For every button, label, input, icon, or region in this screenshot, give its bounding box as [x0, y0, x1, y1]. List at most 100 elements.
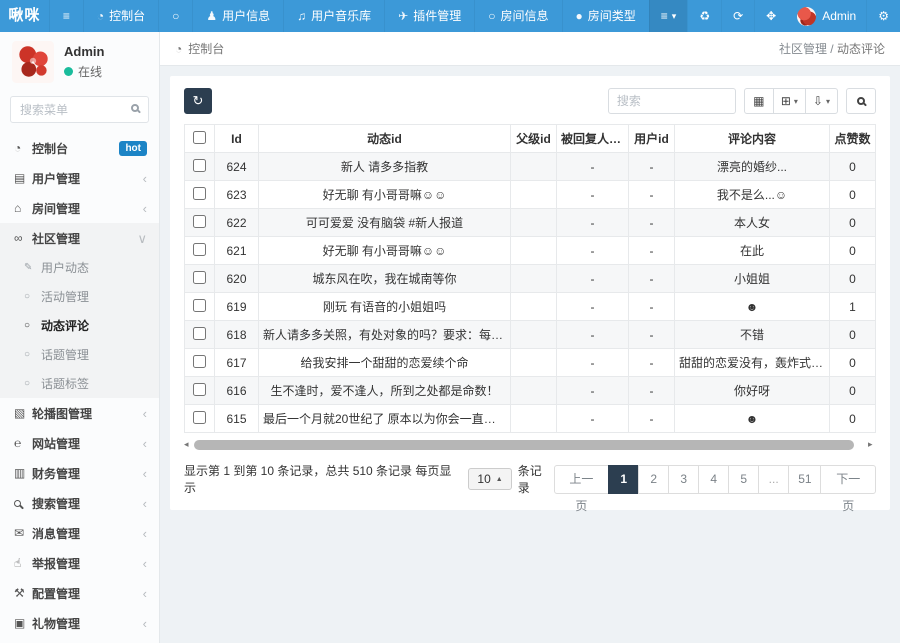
sidebar-item-post-comments[interactable]: ○ 动态评论 — [0, 311, 159, 340]
advanced-search-button[interactable] — [846, 88, 876, 114]
clear-trash-button[interactable]: ♻ — [687, 0, 721, 32]
nav-tab-room-type[interactable]: ●房间类型 — [562, 0, 649, 32]
col-header-reply-uid[interactable]: 被回复人uid — [557, 125, 629, 153]
user-menu[interactable]: Admin — [787, 0, 866, 32]
nav-tab-user-info[interactable]: ♟用户信息 — [192, 0, 283, 32]
col-header-likes[interactable]: 点赞数 — [830, 125, 876, 153]
nav-tab-dashboard[interactable]: ◔控制台 — [83, 0, 158, 32]
row-checkbox[interactable] — [193, 327, 206, 340]
page-size-select[interactable]: 10 ▲ — [468, 468, 511, 490]
page-button-4[interactable]: 4 — [698, 465, 729, 494]
scroll-left-icon[interactable]: ◂ — [184, 439, 192, 450]
table-row[interactable]: 621好无聊 有小哥哥嘛☺☺--在此0 — [185, 237, 876, 265]
table-row[interactable]: 620城东风在吹，我在城南等你--小姐姐0 — [185, 265, 876, 293]
fullscreen-button[interactable]: ✥ — [754, 0, 787, 32]
columns-button[interactable]: ⊞▾ — [773, 88, 806, 114]
table-row[interactable]: 615最后一个月就20世纪了 原本以为你会一直在 结果你不在了💔--☻0 — [185, 405, 876, 433]
refresh-button[interactable]: ↻ — [184, 88, 212, 114]
sidebar-item-message-mgmt[interactable]: ✉ 消息管理 ‹ — [0, 518, 159, 548]
nav-tab-user-music[interactable]: ♫用户音乐库 — [283, 0, 384, 32]
row-checkbox[interactable] — [193, 159, 206, 172]
row-checkbox[interactable] — [193, 383, 206, 396]
col-header-parent-id[interactable]: 父级id — [511, 125, 557, 153]
chevron-left-icon: ‹ — [143, 497, 147, 510]
avatar — [12, 41, 54, 83]
settings-button[interactable]: ⚙ — [866, 0, 900, 32]
table-row[interactable]: 623好无聊 有小哥哥嘛☺☺--我不是么...☺0 — [185, 181, 876, 209]
table-row[interactable]: 616生不逢时，爱不逢人，所到之处都是命数！--你好呀0 — [185, 377, 876, 405]
breadcrumb: 社区管理 / 动态评论 — [779, 40, 885, 57]
table-row[interactable]: 617给我安排一个甜甜的恋爱续个命--甜甜的恋爱没有，轰炸式的恋爱，你要吗？0 — [185, 349, 876, 377]
brand-logo[interactable]: 啾咪 — [0, 0, 49, 32]
expand-icon: ✥ — [766, 9, 776, 23]
refresh-cache-icon: ⟳ — [733, 9, 743, 23]
sidebar-item-activity-mgmt[interactable]: ○ 活动管理 — [0, 282, 159, 311]
prev-page-button[interactable]: 上一页 — [554, 465, 610, 494]
scrollbar-track[interactable] — [192, 440, 868, 450]
refresh-icon: ↻ — [193, 93, 204, 108]
sidebar-item-gift-mgmt[interactable]: ▣ 礼物管理 ‹ — [0, 608, 159, 638]
list-icon: ≡ — [661, 9, 668, 23]
nav-tab-circle[interactable]: ○ — [158, 0, 192, 32]
sidebar-item-dashboard[interactable]: ◔ 控制台 hot — [0, 133, 159, 163]
col-header-post-id[interactable]: 动态id — [259, 125, 511, 153]
page-button-1[interactable]: 1 — [608, 465, 639, 494]
content-area: ◔ 控制台 社区管理 / 动态评论 ↻ ▦ ⊞▾ ⇩▾ — [160, 32, 900, 643]
chevron-left-icon: ‹ — [143, 617, 147, 630]
sidebar-item-carousel-mgmt[interactable]: ▧ 轮播图管理 ‹ — [0, 398, 159, 428]
breadcrumb-parent[interactable]: 社区管理 — [779, 42, 827, 56]
table-row[interactable]: 622可可爱爱 没有脑袋 #新人报道--本人女0 — [185, 209, 876, 237]
caret-down-icon: ▾ — [794, 97, 798, 106]
message-icon: ✉ — [14, 526, 32, 540]
bars-icon: ≡ — [63, 0, 70, 32]
row-checkbox[interactable] — [193, 215, 206, 228]
table-row[interactable]: 619刚玩 有语音的小姐姐吗--☻1 — [185, 293, 876, 321]
export-button[interactable]: ⇩▾ — [805, 88, 838, 114]
sidebar-item-finance-mgmt[interactable]: ▥ 财务管理 ‹ — [0, 458, 159, 488]
sidebar-toggle-button[interactable]: ≡ — [49, 0, 83, 32]
page-button-5[interactable]: 5 — [728, 465, 759, 494]
table-header-row: Id 动态id 父级id 被回复人uid 用户id 评论内容 点赞数 — [185, 125, 876, 153]
fixed-columns-button[interactable]: ▦ — [744, 88, 774, 114]
page-button-51[interactable]: 51 — [788, 465, 821, 494]
row-checkbox[interactable] — [193, 299, 206, 312]
page-button-2[interactable]: 2 — [638, 465, 669, 494]
sidebar-item-user-posts[interactable]: ✎ 用户动态 — [0, 253, 159, 282]
sidebar-item-search-mgmt[interactable]: 搜索管理 ‹ — [0, 488, 159, 518]
table-row[interactable]: 618新人请多多关照，有处对象的吗？要求：每个月都要给我买礼物🎁--不错0 — [185, 321, 876, 349]
menu-search — [10, 96, 149, 123]
page-button-3[interactable]: 3 — [668, 465, 699, 494]
sidebar-item-site-mgmt[interactable]: ℮ 网站管理 ‹ — [0, 428, 159, 458]
sidebar-item-community-mgmt[interactable]: ∞ 社区管理 ∨ — [0, 223, 159, 253]
table-row[interactable]: 624新人 请多多指教--漂亮的婚纱...0 — [185, 153, 876, 181]
tab-list-dropdown[interactable]: ≡▾ — [649, 0, 688, 32]
row-checkbox[interactable] — [193, 271, 206, 284]
sidebar-item-room-mgmt[interactable]: ⌂ 房间管理 ‹ — [0, 193, 159, 223]
row-checkbox[interactable] — [193, 355, 206, 368]
wipe-cache-button[interactable]: ⟳ — [721, 0, 754, 32]
table-search-input[interactable] — [608, 88, 736, 114]
pagination-row: 显示第 1 到第 10 条记录，总共 510 条记录 每页显示 10 ▲ 条记录… — [184, 462, 876, 496]
col-header-id[interactable]: Id — [215, 125, 259, 153]
nav-tab-room-info[interactable]: ○房间信息 — [474, 0, 561, 32]
nav-tab-plugins[interactable]: ✈插件管理 — [384, 0, 474, 32]
row-checkbox[interactable] — [193, 411, 206, 424]
menu-search-input[interactable] — [10, 96, 149, 123]
scrollbar-thumb[interactable] — [194, 440, 854, 450]
sidebar-item-goods-mgmt[interactable]: ○ 物品管理 — [0, 638, 159, 643]
col-header-user-id[interactable]: 用户id — [629, 125, 675, 153]
sidebar-item-report-mgmt[interactable]: ☝ 举报管理 ‹ — [0, 548, 159, 578]
scroll-right-icon[interactable]: ▸ — [868, 439, 876, 450]
col-header-content[interactable]: 评论内容 — [675, 125, 830, 153]
breadcrumb-dashboard[interactable]: 控制台 — [188, 40, 224, 57]
select-all-checkbox[interactable] — [193, 131, 206, 144]
sidebar-item-config-mgmt[interactable]: ⚒ 配置管理 ‹ — [0, 578, 159, 608]
sidebar-item-topic-mgmt[interactable]: ○ 话题管理 — [0, 340, 159, 369]
next-page-button[interactable]: 下一页 — [820, 465, 876, 494]
search-icon — [131, 104, 139, 112]
grid-icon: ⊞ — [781, 94, 791, 108]
sidebar-item-user-mgmt[interactable]: ▤ 用户管理 ‹ — [0, 163, 159, 193]
row-checkbox[interactable] — [193, 243, 206, 256]
row-checkbox[interactable] — [193, 187, 206, 200]
sidebar-item-topic-tags[interactable]: ○ 话题标签 — [0, 369, 159, 398]
